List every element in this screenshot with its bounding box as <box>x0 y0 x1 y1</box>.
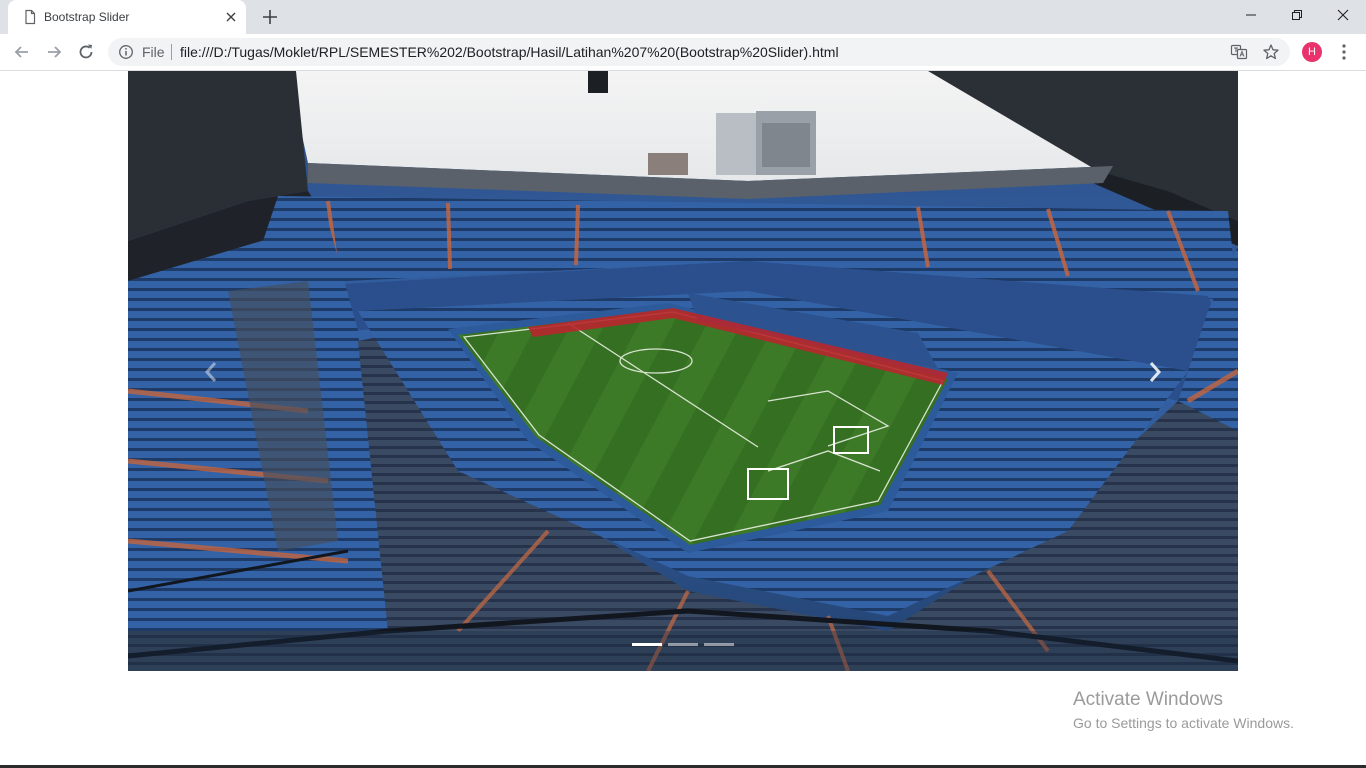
tab-strip: Bootstrap Slider <box>0 0 1366 34</box>
address-bar[interactable]: File file:///D:/Tugas/Moklet/RPL/SEMESTE… <box>108 38 1290 66</box>
forward-arrow-icon[interactable] <box>44 42 64 62</box>
close-icon <box>1337 9 1349 21</box>
browser-toolbar: File file:///D:/Tugas/Moklet/RPL/SEMESTE… <box>0 34 1366 71</box>
chevron-left-icon <box>204 362 217 382</box>
info-icon[interactable] <box>118 44 134 60</box>
carousel-indicator[interactable] <box>668 643 698 646</box>
carousel-prev-control[interactable] <box>128 71 294 671</box>
translate-icon[interactable] <box>1230 43 1248 61</box>
new-tab-icon[interactable] <box>260 7 280 27</box>
carousel-indicator[interactable] <box>632 643 662 646</box>
page-icon <box>25 9 36 25</box>
chevron-right-icon <box>1149 362 1162 382</box>
restore-button[interactable] <box>1274 0 1320 30</box>
omnibox-divider <box>171 44 172 60</box>
back-arrow-icon[interactable] <box>12 42 32 62</box>
scheme-label: File <box>142 44 165 60</box>
reload-icon[interactable] <box>76 42 96 62</box>
browser-tab[interactable]: Bootstrap Slider <box>8 0 246 34</box>
carousel <box>128 71 1238 671</box>
close-window-button[interactable] <box>1320 0 1366 30</box>
profile-avatar[interactable]: H <box>1302 42 1322 62</box>
restore-icon <box>1292 10 1302 20</box>
bookmark-star-icon[interactable] <box>1262 43 1280 61</box>
tab-close-icon[interactable] <box>223 9 239 25</box>
minimize-button[interactable] <box>1228 0 1274 30</box>
minimize-icon <box>1246 14 1256 16</box>
carousel-indicator[interactable] <box>704 643 734 646</box>
page-viewport: Activate Windows Go to Settings to activ… <box>0 71 1366 768</box>
more-menu-icon[interactable] <box>1336 42 1352 62</box>
activate-windows-title: Activate Windows <box>1073 689 1223 710</box>
activate-windows-subtitle: Go to Settings to activate Windows. <box>1073 715 1294 731</box>
activate-windows-watermark: Activate Windows Go to Settings to activ… <box>1073 688 1294 732</box>
carousel-indicators <box>128 643 1238 647</box>
carousel-next-control[interactable] <box>1072 71 1238 671</box>
tab-title: Bootstrap Slider <box>44 10 130 24</box>
url-text[interactable]: file:///D:/Tugas/Moklet/RPL/SEMESTER%202… <box>180 44 839 60</box>
